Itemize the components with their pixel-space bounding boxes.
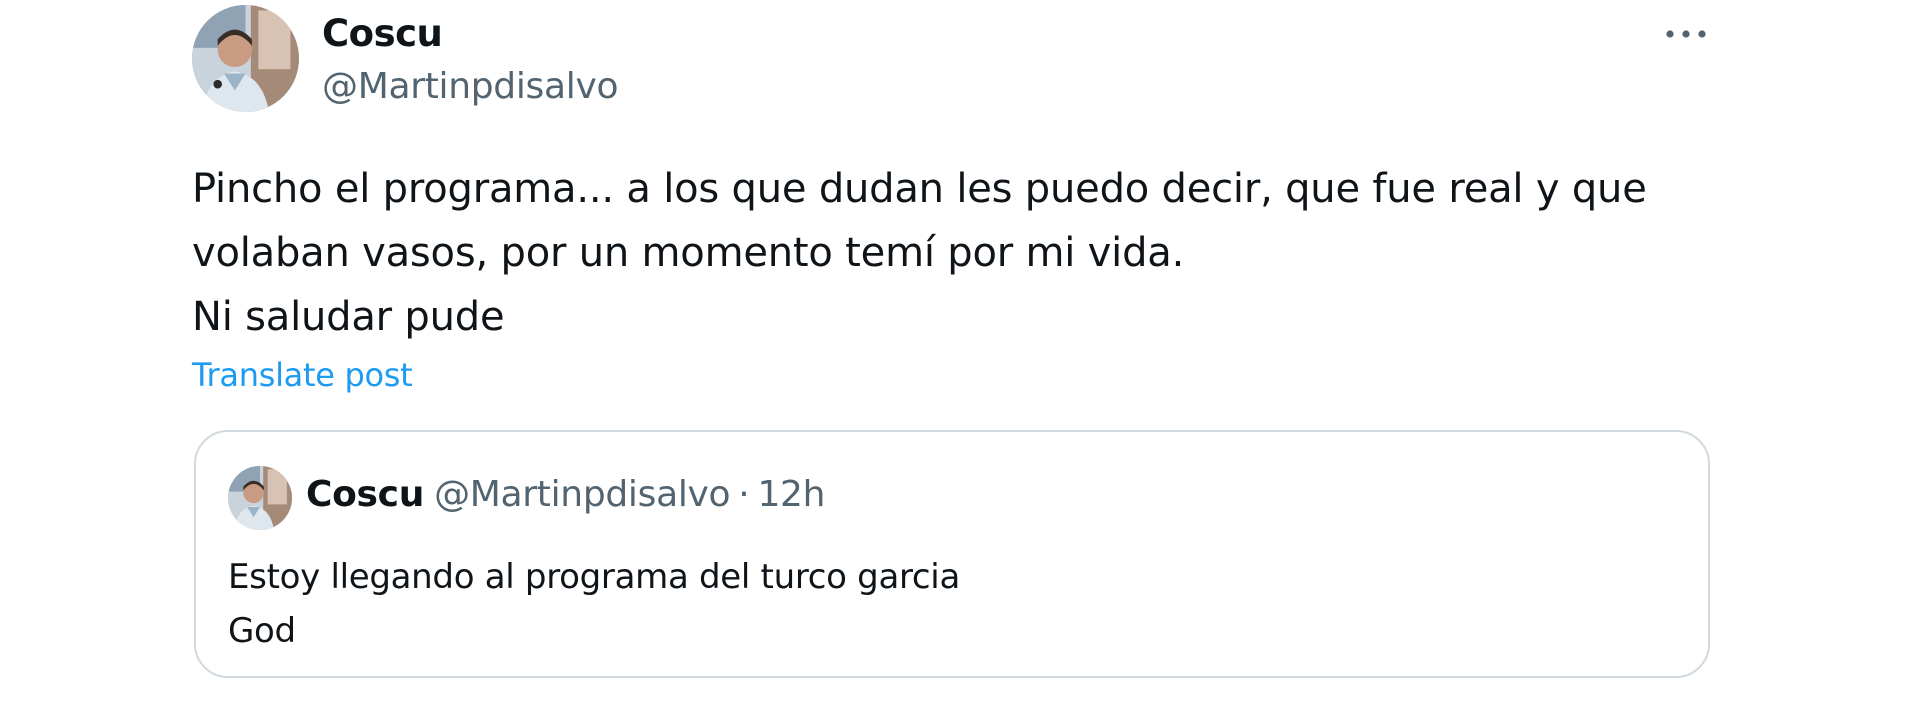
more-horizontal-icon — [1666, 30, 1706, 38]
quoted-text-line: God — [228, 611, 296, 651]
tweet-text-line: volaban vasos, por un momento temí por m… — [192, 230, 1185, 276]
quoted-timestamp: 12h — [757, 474, 826, 515]
quoted-tweet-header: Coscu @Martinpdisalvo · 12h — [306, 474, 825, 515]
quoted-tweet-card[interactable]: Coscu @Martinpdisalvo · 12h Estoy llegando … — [194, 430, 1710, 678]
author-avatar[interactable] — [192, 5, 299, 112]
quoted-author-avatar — [228, 466, 292, 530]
page: Coscu @Martinpdisalvo Pincho el programa… — [0, 0, 1920, 721]
quoted-author-handle: @Martinpdisalvo — [434, 474, 731, 515]
user-avatar-photo-icon — [228, 466, 292, 530]
author-display-name[interactable]: Coscu — [322, 12, 443, 55]
author-handle[interactable]: @Martinpdisalvo — [322, 66, 619, 107]
tweet-text-line: Ni saludar pude — [192, 294, 505, 340]
quoted-separator: · — [738, 474, 750, 515]
quoted-tweet-text: Estoy llegando al programa del turco gar… — [228, 550, 960, 658]
tweet-text: Pincho el programa... a los que dudan le… — [192, 157, 1732, 349]
quoted-author-display-name: Coscu — [306, 474, 425, 515]
more-options-button[interactable] — [1658, 16, 1714, 52]
tweet[interactable]: Coscu @Martinpdisalvo Pincho el programa… — [192, 0, 1714, 721]
translate-post-link[interactable]: Translate post — [192, 356, 413, 394]
tweet-text-line: Pincho el programa... a los que dudan le… — [192, 166, 1647, 212]
user-avatar-photo-icon — [192, 5, 299, 112]
quoted-text-line: Estoy llegando al programa del turco gar… — [228, 557, 960, 597]
